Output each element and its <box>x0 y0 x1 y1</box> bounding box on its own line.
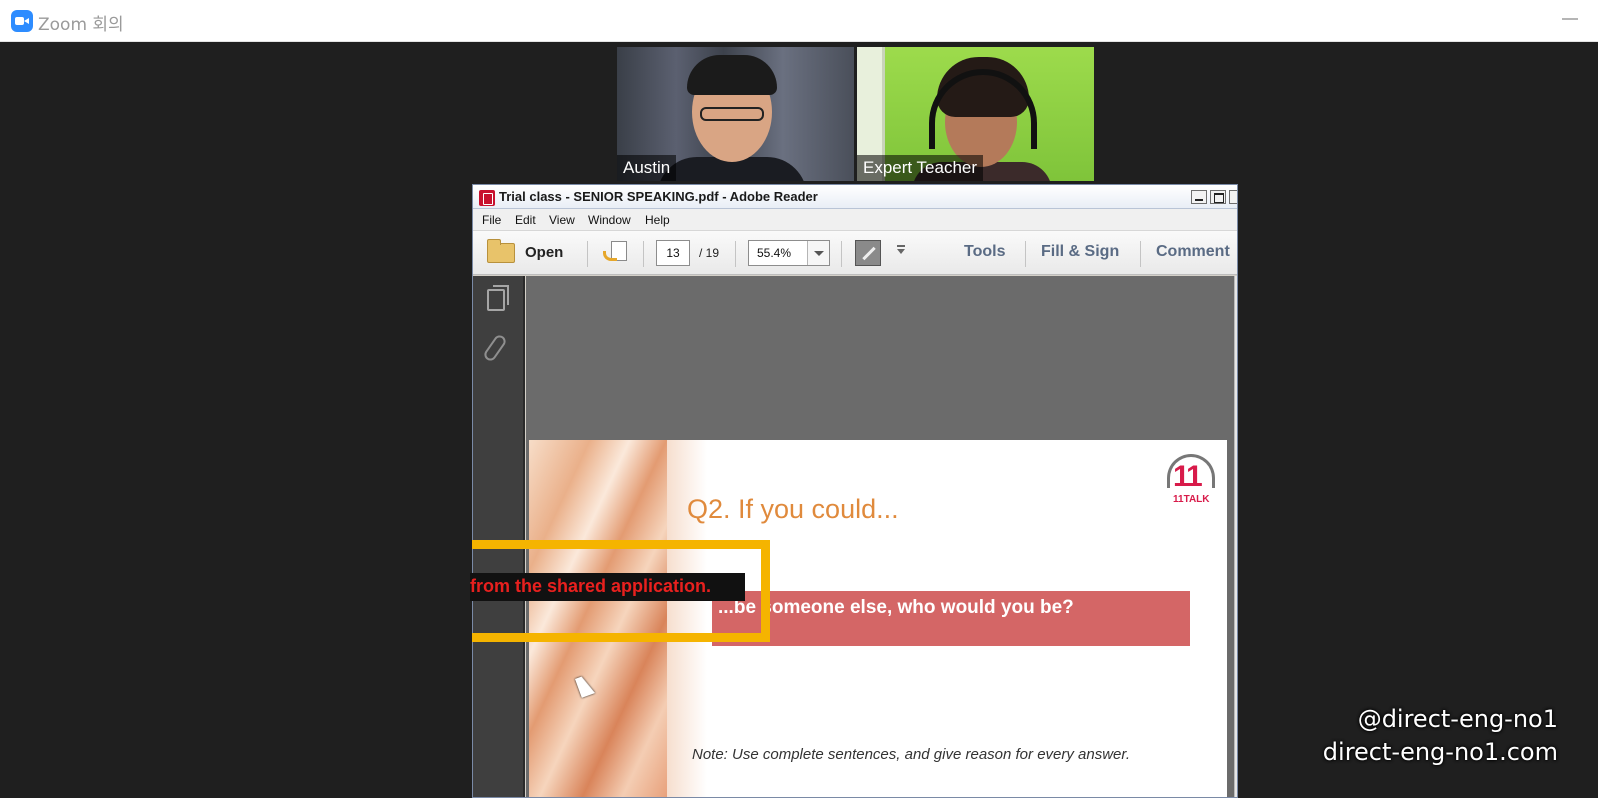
toolbar-divider <box>643 241 644 267</box>
menu-window[interactable]: Window <box>588 213 631 227</box>
fill-sign-button[interactable]: Fill & Sign <box>1041 243 1119 261</box>
pages-panel-icon[interactable] <box>487 285 509 311</box>
page-total: / 19 <box>699 246 720 260</box>
slide-title: Q2. If you could... <box>687 494 899 524</box>
attachment-paperclip-icon[interactable] <box>482 333 508 363</box>
menu-file[interactable]: File <box>482 213 501 227</box>
menu-view[interactable]: View <box>549 213 575 227</box>
window-title: Zoom 회의 <box>38 15 124 35</box>
toolbar-divider <box>735 241 736 267</box>
slide-note: Note: Use complete sentences, and give r… <box>692 746 1131 763</box>
page-number-input[interactable]: 13 <box>656 240 690 266</box>
toolbar-divider <box>1140 241 1141 267</box>
share-notice-text: from the shared application. <box>470 576 712 596</box>
watermark-handle: @direct-eng-no1 <box>1357 705 1558 733</box>
send-file-icon[interactable] <box>603 241 629 265</box>
reader-title: Trial class - SENIOR SPEAKING.pdf - Adob… <box>499 189 818 204</box>
menubar: File Edit View Window Help <box>473 209 1237 231</box>
folder-icon[interactable] <box>487 239 515 263</box>
more-tools-icon[interactable] <box>897 245 905 254</box>
navigation-sidebar <box>473 276 525 797</box>
dropdown-arrow-icon[interactable] <box>807 241 829 265</box>
tools-button[interactable]: Tools <box>964 243 1005 261</box>
menu-help[interactable]: Help <box>645 213 670 227</box>
watermark-url: direct-eng-no1.com <box>1322 738 1558 766</box>
zoom-titlebar: Zoom 회의 <box>0 0 1598 42</box>
zoom-level-value: 55.4% <box>757 246 792 260</box>
question-box: ...be someone else, who would you be? <box>712 591 1190 646</box>
pdf-file-icon <box>479 190 495 206</box>
reader-toolbar: Open 13 / 19 55.4% Tools Fill & Sign Com… <box>473 231 1237 275</box>
shared-reader-window: Trial class - SENIOR SPEAKING.pdf - Adob… <box>472 184 1238 798</box>
reader-minimize-button[interactable] <box>1191 190 1207 204</box>
zoom-level-select[interactable]: 55.4% <box>748 240 830 266</box>
video-tile-expert-teacher[interactable]: Expert Teacher <box>857 47 1094 181</box>
open-button[interactable]: Open <box>525 244 563 261</box>
question-text: ...be someone else, who would you be? <box>718 597 1074 618</box>
vertical-scrollbar[interactable] <box>1234 276 1237 797</box>
share-notice: from the shared application. <box>470 573 745 601</box>
brand-logo: 11 11TALK <box>1165 452 1217 508</box>
minimize-icon[interactable] <box>1562 18 1578 20</box>
zoom-camera-icon <box>11 10 33 32</box>
participant-name: Expert Teacher <box>857 155 984 181</box>
video-tile-austin[interactable]: Austin <box>617 47 854 181</box>
menu-edit[interactable]: Edit <box>515 213 536 227</box>
reader-maximize-button[interactable] <box>1210 190 1226 204</box>
toolbar-divider <box>1025 241 1026 267</box>
fit-page-icon[interactable] <box>855 240 881 266</box>
comment-button[interactable]: Comment <box>1156 243 1230 261</box>
reader-close-button[interactable] <box>1229 190 1237 204</box>
participant-name: Austin <box>617 155 677 181</box>
reader-titlebar: Trial class - SENIOR SPEAKING.pdf - Adob… <box>473 185 1237 209</box>
toolbar-divider <box>587 241 588 267</box>
toolbar-divider <box>841 241 842 267</box>
